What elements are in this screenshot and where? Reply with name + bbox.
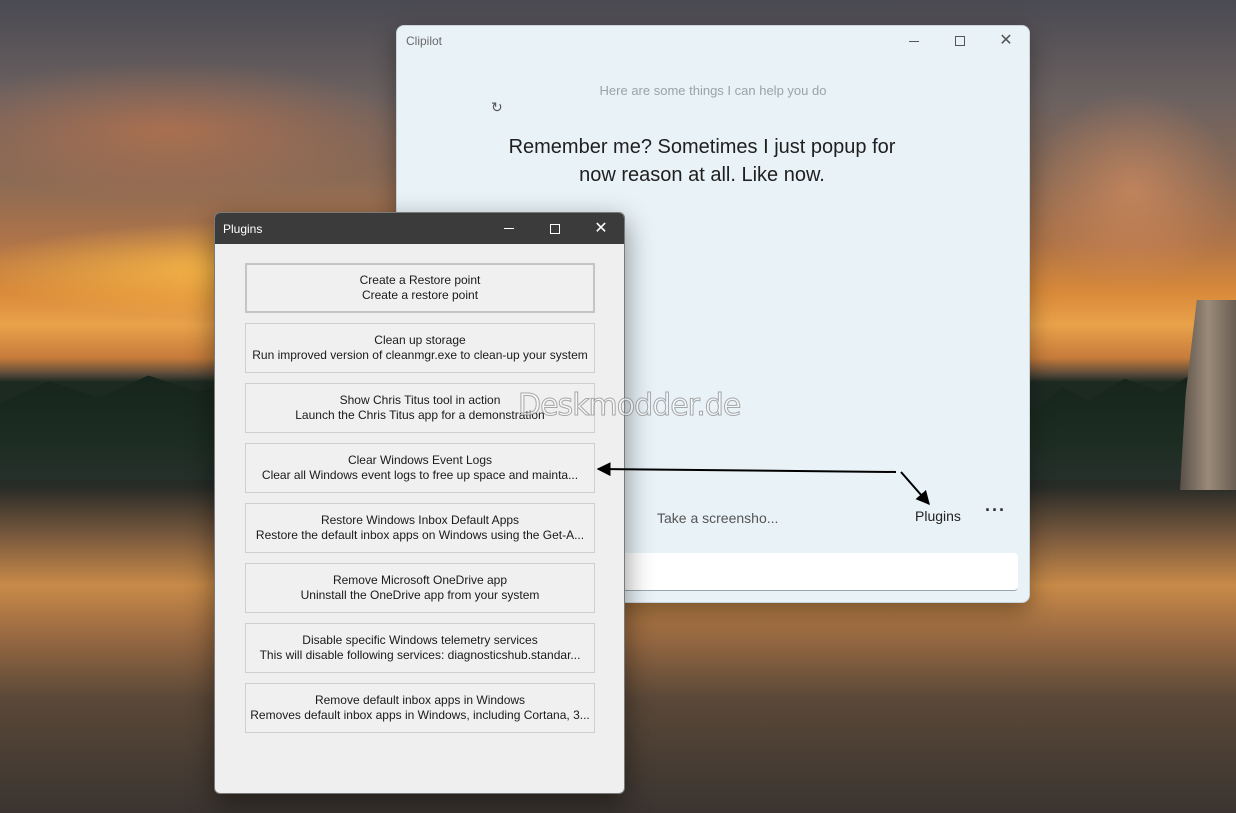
maximize-icon xyxy=(550,223,560,234)
plugin-button-restore-inbox-apps[interactable]: Restore Windows Inbox Default Apps Resto… xyxy=(245,503,595,553)
maximize-button[interactable] xyxy=(532,213,578,244)
plugin-title: Disable specific Windows telemetry servi… xyxy=(302,633,538,647)
plugin-title: Remove default inbox apps in Windows xyxy=(314,693,526,707)
more-options-button[interactable]: ··· xyxy=(985,500,1006,521)
maximize-icon xyxy=(955,36,965,46)
plugin-button-remove-inbox-apps[interactable]: Remove default inbox apps in Windows Rem… xyxy=(245,683,595,733)
window-controls: ✕ xyxy=(486,213,624,244)
minimize-button[interactable] xyxy=(486,213,532,244)
plugin-button-remove-onedrive[interactable]: Remove Microsoft OneDrive app Uninstall … xyxy=(245,563,595,613)
clipilot-titlebar[interactable]: Clipilot ✕ xyxy=(397,26,1029,56)
close-icon: ✕ xyxy=(999,32,1013,49)
window-title: Plugins xyxy=(223,222,263,236)
plugin-button-clear-event-logs[interactable]: Clear Windows Event Logs Clear all Windo… xyxy=(245,443,595,493)
plugin-title: Restore Windows Inbox Default Apps xyxy=(320,513,520,527)
plugin-description: Restore the default inbox apps on Window… xyxy=(255,528,585,542)
close-button[interactable]: ✕ xyxy=(578,213,624,244)
assistant-message: Remember me? Sometimes I just popup for … xyxy=(508,136,896,186)
close-button[interactable]: ✕ xyxy=(983,26,1029,56)
plugin-description: This will disable following services: di… xyxy=(259,648,581,662)
take-screenshot-button[interactable]: Take a screensho... xyxy=(657,510,778,526)
help-heading: Here are some things I can help you do xyxy=(599,83,827,98)
plugin-title: Create a Restore point xyxy=(359,273,481,287)
minimize-icon xyxy=(504,228,514,229)
watermark: Deskmodder.de xyxy=(517,388,741,424)
plugin-description: Create a restore point xyxy=(361,288,479,302)
close-icon: ✕ xyxy=(594,219,608,237)
plugin-list: Create a Restore point Create a restore … xyxy=(245,263,595,743)
plugin-title: Clear Windows Event Logs xyxy=(347,453,493,467)
rock-decoration xyxy=(1180,300,1236,490)
plugin-title: Clean up storage xyxy=(374,333,466,347)
minimize-icon xyxy=(909,40,919,42)
maximize-button[interactable] xyxy=(937,26,983,56)
window-title: Clipilot xyxy=(406,34,443,48)
window-controls: ✕ xyxy=(891,26,1029,56)
plugin-button-clean-storage[interactable]: Clean up storage Run improved version of… xyxy=(245,323,595,373)
plugin-button-restore-point[interactable]: Create a Restore point Create a restore … xyxy=(245,263,595,313)
plugin-description: Run improved version of cleanmgr.exe to … xyxy=(252,348,588,362)
cloud-decoration xyxy=(1030,90,1236,290)
plugin-description: Clear all Windows event logs to free up … xyxy=(261,468,579,482)
plugins-window: Plugins ✕ Create a Restore point Create … xyxy=(214,212,625,794)
chat-input[interactable] xyxy=(621,553,1018,591)
plugin-button-disable-telemetry[interactable]: Disable specific Windows telemetry servi… xyxy=(245,623,595,673)
plugin-description: Launch the Chris Titus app for a demonst… xyxy=(295,408,545,422)
plugin-title: Remove Microsoft OneDrive app xyxy=(332,573,508,587)
plugin-title: Show Chris Titus tool in action xyxy=(339,393,501,407)
plugin-description: Uninstall the OneDrive app from your sys… xyxy=(300,588,540,602)
cloud-decoration xyxy=(0,60,420,200)
minimize-button[interactable] xyxy=(891,26,937,56)
plugin-description: Removes default inbox apps in Windows, i… xyxy=(250,708,590,722)
plugins-button[interactable]: Plugins xyxy=(915,508,961,524)
plugins-titlebar[interactable]: Plugins ✕ xyxy=(215,213,624,244)
refresh-icon[interactable]: ↻ xyxy=(491,99,507,115)
